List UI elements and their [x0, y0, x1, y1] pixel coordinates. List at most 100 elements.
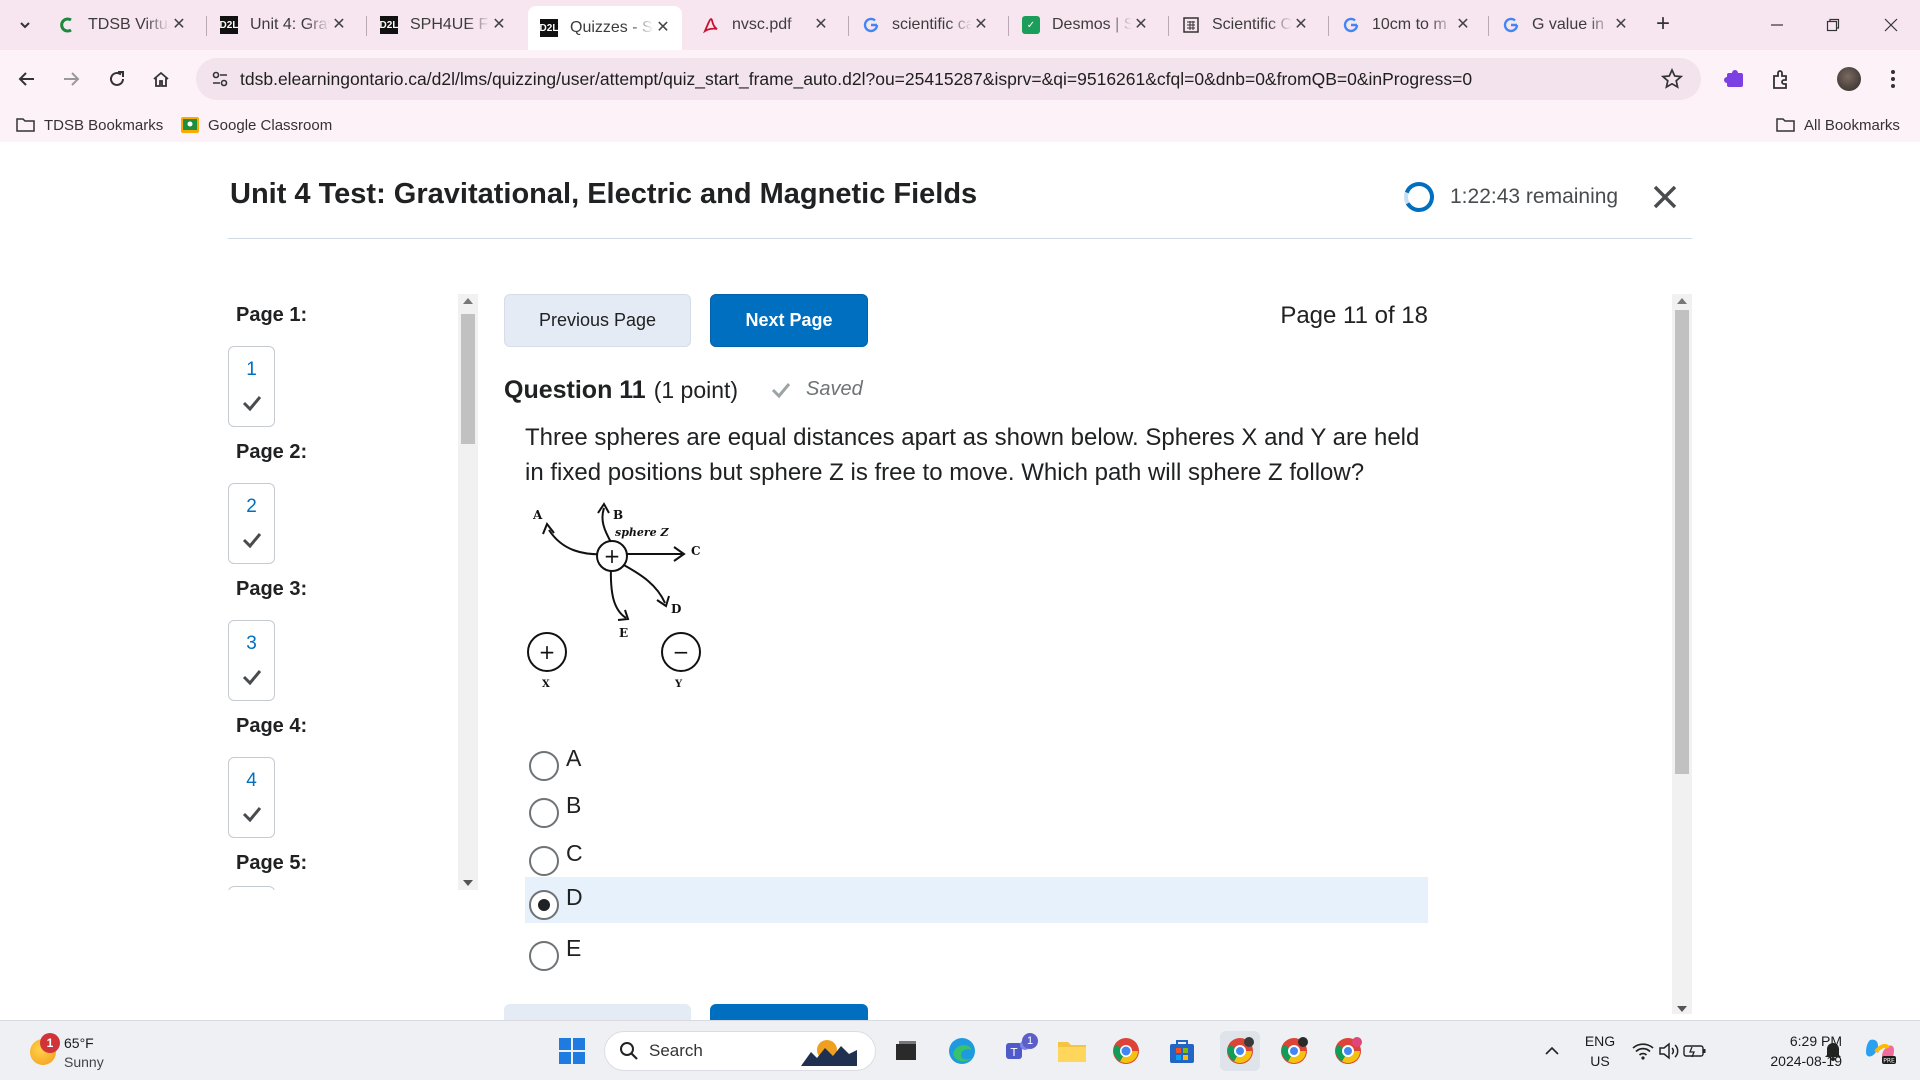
tab-close-icon[interactable]: ✕	[1132, 16, 1150, 34]
reload-icon[interactable]	[102, 64, 132, 94]
chrome-profile-1-icon[interactable]	[1220, 1031, 1260, 1071]
windows-start-icon[interactable]	[552, 1031, 592, 1071]
tab-close-icon[interactable]: ✕	[490, 16, 508, 34]
question-points: (1 point)	[653, 377, 739, 403]
browser-tab-quizzes[interactable]: D2L Quizzes - SPH4UE ✕	[528, 6, 682, 50]
home-icon[interactable]	[146, 64, 176, 94]
chrome-profile-2-icon[interactable]	[1274, 1031, 1314, 1071]
teams-badge: 1	[1022, 1033, 1038, 1049]
radio-button-selected[interactable]	[529, 890, 559, 920]
previous-page-button-bottom[interactable]	[504, 1004, 691, 1020]
scrollbar-thumb[interactable]	[1675, 310, 1689, 774]
show-hidden-icons-chevron-icon[interactable]	[1532, 1031, 1572, 1071]
choice-d[interactable]: D	[525, 877, 1428, 923]
restore-icon[interactable]	[1818, 10, 1848, 40]
window-close-icon[interactable]	[1876, 10, 1906, 40]
radio-button[interactable]	[529, 846, 559, 876]
weather-widget[interactable]: 1 65°F Sunny	[26, 1029, 146, 1073]
bookmark-tdsb[interactable]: TDSB Bookmarks	[16, 114, 163, 136]
title-divider	[228, 238, 1692, 239]
path-label-e: E	[619, 626, 628, 640]
tab-title: nvsc.pdf	[732, 16, 792, 33]
scroll-up-arrow-icon[interactable]	[463, 298, 473, 304]
answered-check-icon	[242, 396, 262, 412]
extension-puzzle-purple-icon[interactable]	[1720, 64, 1750, 94]
browser-tab-tdsb-virtual[interactable]: TDSB Virtual ✕	[46, 8, 198, 42]
profile-avatar[interactable]	[1834, 64, 1864, 94]
browser-tab-scientific-calc-2[interactable]: Scientific Calculator ✕	[1170, 8, 1320, 42]
tab-close-icon[interactable]: ✕	[1612, 16, 1630, 34]
bookmark-star-icon[interactable]	[1660, 67, 1684, 90]
saved-label: Saved	[806, 378, 863, 400]
nav-question-1[interactable]: 1	[228, 346, 275, 427]
site-info-icon[interactable]	[202, 61, 238, 97]
browser-tab-sph4ue[interactable]: D2L SPH4UE FC ✕	[368, 8, 518, 42]
task-view-icon[interactable]	[886, 1031, 926, 1071]
tab-search-chevron-icon[interactable]	[12, 12, 38, 38]
all-bookmarks[interactable]: All Bookmarks	[1776, 114, 1900, 136]
taskbar-search[interactable]: Search	[604, 1031, 876, 1071]
volume-icon[interactable]	[1656, 1031, 1682, 1071]
minimize-icon[interactable]	[1762, 10, 1792, 40]
choice-b[interactable]: B	[525, 785, 1428, 831]
copilot-icon[interactable]: PRE	[1858, 1031, 1902, 1071]
tab-separator	[848, 16, 849, 36]
file-explorer-icon[interactable]	[1052, 1031, 1092, 1071]
bookmark-google-classroom[interactable]: Google Classroom	[180, 114, 332, 136]
scroll-down-arrow-icon[interactable]	[463, 880, 473, 886]
radio-button[interactable]	[529, 941, 559, 971]
chrome-profile-3-icon[interactable]	[1328, 1031, 1368, 1071]
next-page-button[interactable]: Next Page	[710, 294, 868, 347]
tab-close-icon[interactable]: ✕	[1454, 16, 1472, 34]
region-code: US	[1590, 1053, 1610, 1069]
browser-menu-icon[interactable]	[1878, 64, 1908, 94]
scroll-down-arrow-icon[interactable]	[1677, 1006, 1687, 1012]
sphere-x-label: X	[542, 679, 550, 690]
nav-question-2[interactable]: 2	[228, 483, 275, 564]
input-language[interactable]: ENG US	[1576, 1031, 1624, 1071]
extensions-puzzle-icon[interactable]	[1766, 64, 1796, 94]
radio-button[interactable]	[529, 751, 559, 781]
nav-question-3[interactable]: 3	[228, 620, 275, 701]
nav-question-5[interactable]	[228, 886, 275, 890]
navigator-scrollbar[interactable]	[458, 294, 478, 890]
back-arrow-icon[interactable]	[12, 64, 42, 94]
browser-tab-unit4[interactable]: D2L Unit 4: Gravitational ✕	[208, 8, 358, 42]
choice-c[interactable]: C	[525, 833, 1428, 879]
new-tab-plus-icon[interactable]: +	[1650, 12, 1676, 38]
edge-browser-icon[interactable]	[942, 1031, 982, 1071]
desmos-icon: ✓	[1022, 16, 1040, 34]
choice-label: C	[566, 839, 583, 866]
scrollbar-thumb[interactable]	[461, 314, 475, 444]
browser-tab-desmos[interactable]: ✓ Desmos | Scientific ✕	[1010, 8, 1160, 42]
exit-quiz-close-icon[interactable]	[1648, 180, 1682, 214]
notification-bell-icon[interactable]	[1816, 1031, 1850, 1071]
previous-page-button[interactable]: Previous Page	[504, 294, 691, 347]
radio-button[interactable]	[529, 798, 559, 828]
scroll-up-arrow-icon[interactable]	[1677, 298, 1687, 304]
tab-close-icon[interactable]: ✕	[812, 16, 830, 34]
quiz-page: Unit 4 Test: Gravitational, Electric and…	[0, 142, 1920, 1020]
choice-a[interactable]: A	[525, 738, 1428, 784]
choice-e[interactable]: E	[525, 928, 1428, 974]
browser-tab-nvsc-pdf[interactable]: nvsc.pdf ✕	[690, 8, 840, 42]
tab-close-icon[interactable]: ✕	[170, 16, 188, 34]
content-scrollbar[interactable]	[1672, 294, 1692, 1014]
browser-tab-10cm-to-m[interactable]: 10cm to m ✕	[1330, 8, 1482, 42]
next-page-button-bottom[interactable]	[710, 1004, 868, 1020]
wifi-icon[interactable]	[1630, 1031, 1656, 1071]
forward-arrow-icon[interactable]	[56, 64, 86, 94]
address-bar[interactable]: tdsb.elearningontario.ca/d2l/lms/quizzin…	[196, 58, 1701, 100]
tab-close-icon[interactable]: ✕	[972, 16, 990, 34]
browser-tab-scientific-calculator[interactable]: scientific calculator ✕	[850, 8, 1000, 42]
browser-tab-g-value[interactable]: G value in ✕	[1490, 8, 1640, 42]
tab-close-icon[interactable]: ✕	[654, 19, 672, 37]
microsoft-store-icon[interactable]	[1162, 1031, 1202, 1071]
battery-icon[interactable]	[1682, 1031, 1708, 1071]
tab-close-icon[interactable]: ✕	[1292, 16, 1310, 34]
tab-close-icon[interactable]: ✕	[330, 16, 348, 34]
nav-question-4[interactable]: 4	[228, 757, 275, 838]
saved-check-icon	[771, 382, 791, 398]
chrome-icon[interactable]	[1106, 1031, 1146, 1071]
teams-icon[interactable]: T1	[998, 1031, 1038, 1071]
